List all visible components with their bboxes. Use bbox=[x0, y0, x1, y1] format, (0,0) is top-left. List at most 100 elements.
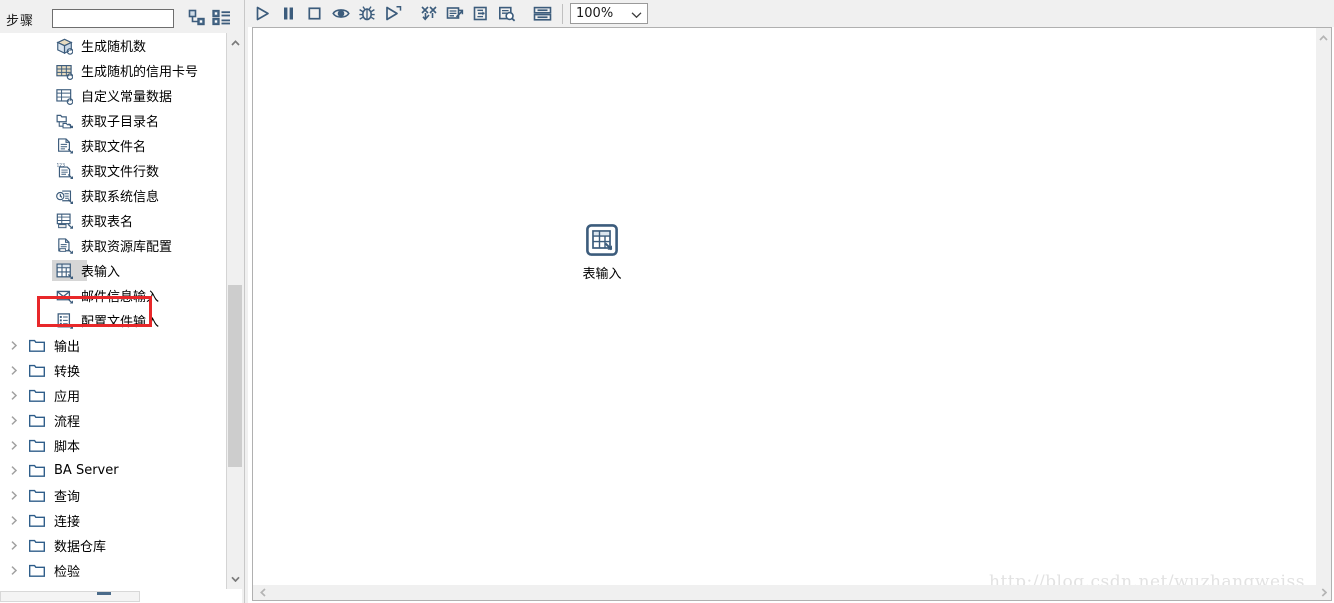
tree-item-label: 获取表名 bbox=[81, 215, 134, 230]
tree-item-label: 流程 bbox=[54, 415, 81, 430]
tree-item-label: 查询 bbox=[54, 490, 81, 505]
scrollbar-thumb[interactable] bbox=[228, 285, 242, 467]
application-window: 步骤 生成随机数 生成随机的信用卡号 自定义常量数据 获取子目录名 获取文件名 … bbox=[0, 0, 1334, 603]
tree-step-row[interactable]: 获取表名 bbox=[0, 208, 226, 233]
pause-button[interactable] bbox=[277, 2, 300, 25]
scrollbar-thumb[interactable] bbox=[0, 591, 140, 602]
tree-folder-row[interactable]: 转换 bbox=[0, 358, 226, 383]
chevron-right-icon[interactable] bbox=[6, 363, 22, 379]
steps-tree-vertical-scrollbar[interactable] bbox=[226, 33, 242, 589]
tree-item-label: 获取资源库配置 bbox=[81, 240, 173, 255]
tree-step-row[interactable]: 生成随机数 bbox=[0, 33, 226, 58]
chevron-right-icon[interactable] bbox=[6, 413, 22, 429]
folder-icon bbox=[28, 412, 46, 430]
tree-folder-row[interactable]: 脚本 bbox=[0, 433, 226, 458]
tree-item-label: 自定义常量数据 bbox=[81, 90, 173, 105]
canvas-horizontal-scrollbar[interactable] bbox=[253, 585, 1331, 600]
inspect-button[interactable] bbox=[495, 2, 518, 25]
zoom-level-select[interactable]: 100% bbox=[570, 3, 648, 24]
tree-item-label: 检验 bbox=[54, 565, 81, 580]
chevron-right-icon[interactable] bbox=[6, 538, 22, 554]
tree-item-label: 邮件信息输入 bbox=[81, 290, 160, 305]
transformation-canvas[interactable]: 表输入 http://blog.csdn.net/wuzhangweiss bbox=[252, 27, 1332, 601]
tree-folder-row[interactable]: 流程 bbox=[0, 408, 226, 433]
chevron-right-icon[interactable] bbox=[6, 513, 22, 529]
file-name-icon bbox=[55, 137, 73, 155]
debug-button[interactable] bbox=[355, 2, 378, 25]
run-button[interactable] bbox=[251, 2, 274, 25]
tree-step-row[interactable]: 邮件信息输入 bbox=[0, 283, 226, 308]
tree-folder-row[interactable]: 应用 bbox=[0, 383, 226, 408]
tree-item-label: 获取文件名 bbox=[81, 140, 147, 155]
folder-icon bbox=[28, 562, 46, 580]
tree-step-row[interactable]: 123 获取文件行数 bbox=[0, 158, 226, 183]
panel-divider[interactable] bbox=[242, 0, 248, 603]
folder-icon bbox=[28, 362, 46, 380]
steps-tree[interactable]: 生成随机数生成随机的信用卡号 自定义常量数据 获取子目录名 获取文件名 123 获取文件行… bbox=[0, 33, 248, 589]
canvas-vertical-scrollbar[interactable] bbox=[1316, 28, 1331, 600]
canvas-node-table-input[interactable]: 表输入 bbox=[570, 224, 634, 290]
replay-button[interactable] bbox=[381, 2, 404, 25]
chevron-right-icon[interactable] bbox=[6, 463, 22, 479]
tree-folder-row[interactable]: 检验 bbox=[0, 558, 226, 583]
chevron-down-icon bbox=[631, 8, 642, 23]
tree-item-label: 获取子目录名 bbox=[81, 115, 160, 130]
folder-icon bbox=[28, 512, 46, 530]
tree-step-row[interactable]: 配置文件输入 bbox=[0, 308, 226, 333]
tree-item-label: BA Server bbox=[54, 463, 119, 478]
canvas-toolbar: 100% bbox=[248, 0, 1334, 27]
chevron-left-icon[interactable] bbox=[255, 585, 270, 600]
table-name-icon bbox=[55, 212, 73, 230]
chevron-right-icon[interactable] bbox=[6, 338, 22, 354]
chevron-up-icon[interactable] bbox=[227, 35, 243, 51]
tree-step-row[interactable]: 生成随机的信用卡号 bbox=[0, 58, 226, 83]
sql-button[interactable] bbox=[469, 2, 492, 25]
tree-view-icon[interactable] bbox=[188, 9, 207, 26]
tree-step-row[interactable]: 获取子目录名 bbox=[0, 108, 226, 133]
tree-folder-row[interactable]: BA Server bbox=[0, 458, 226, 483]
table-input-icon bbox=[55, 262, 73, 280]
tree-step-row[interactable]: 自定义常量数据 bbox=[0, 83, 226, 108]
system-info-icon bbox=[55, 187, 73, 205]
chevron-right-icon[interactable] bbox=[6, 488, 22, 504]
tree-item-label: 生成随机的信用卡号 bbox=[81, 65, 199, 80]
tree-item-label: 数据仓库 bbox=[54, 540, 107, 555]
tree-step-row[interactable]: 获取文件名 bbox=[0, 133, 226, 158]
tree-folder-row[interactable]: 输出 bbox=[0, 333, 226, 358]
chevron-right-icon[interactable] bbox=[1316, 585, 1331, 600]
tree-step-row[interactable]: 获取系统信息 bbox=[0, 183, 226, 208]
folder-icon bbox=[28, 462, 46, 480]
chevron-right-icon[interactable] bbox=[6, 388, 22, 404]
list-view-icon[interactable] bbox=[212, 9, 231, 26]
tree-item-label: 脚本 bbox=[54, 440, 81, 455]
tree-item-label: 转换 bbox=[54, 365, 81, 380]
steps-tree-horizontal-scrollbar[interactable] bbox=[0, 589, 248, 603]
verify-button[interactable] bbox=[417, 2, 440, 25]
table-input-node-icon bbox=[586, 224, 618, 256]
search-input[interactable] bbox=[52, 9, 174, 28]
random-number-icon bbox=[55, 37, 73, 55]
constant-data-icon bbox=[55, 87, 73, 105]
tree-folder-row[interactable]: 数据仓库 bbox=[0, 533, 226, 558]
file-rowcount-icon: 123 bbox=[55, 162, 73, 180]
chevron-up-icon[interactable] bbox=[1316, 30, 1331, 45]
stop-button[interactable] bbox=[303, 2, 326, 25]
folder-icon bbox=[28, 437, 46, 455]
scrollbar-marker bbox=[97, 592, 111, 595]
chevron-right-icon[interactable] bbox=[6, 438, 22, 454]
folder-icon bbox=[28, 487, 46, 505]
tree-folder-row[interactable]: 查询 bbox=[0, 483, 226, 508]
zoom-level-value: 100% bbox=[576, 6, 614, 21]
credit-card-icon bbox=[55, 62, 73, 80]
mail-input-icon bbox=[55, 287, 73, 305]
folder-icon bbox=[28, 537, 46, 555]
chevron-down-icon[interactable] bbox=[227, 571, 243, 587]
toolbar-separator bbox=[562, 3, 563, 24]
preview-button[interactable] bbox=[329, 2, 352, 25]
chevron-right-icon[interactable] bbox=[6, 563, 22, 579]
tree-step-row[interactable]: 表输入 bbox=[0, 258, 226, 283]
grid-button[interactable] bbox=[531, 2, 554, 25]
tree-step-row[interactable]: 获取资源库配置 bbox=[0, 233, 226, 258]
impact-button[interactable] bbox=[443, 2, 466, 25]
tree-folder-row[interactable]: 连接 bbox=[0, 508, 226, 533]
